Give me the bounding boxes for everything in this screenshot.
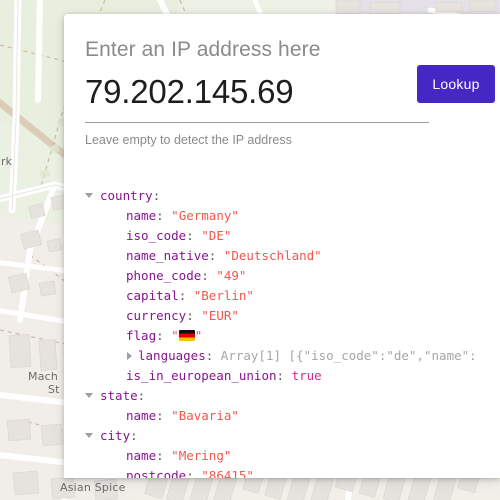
json-value: "EUR" [201, 308, 239, 323]
json-value: "Mering" [171, 448, 232, 463]
json-key: country [100, 188, 153, 203]
json-key: postcode [126, 468, 187, 478]
json-node-languages[interactable]: languages: Array[1] [{"iso_code":"de","n… [85, 346, 500, 366]
json-result-tree[interactable]: country: name: "Germany" iso_code: "DE" … [85, 186, 500, 478]
lookup-button[interactable]: Lookup [417, 65, 495, 103]
json-key: state [100, 388, 138, 403]
map-label-mach: Mach [28, 370, 59, 383]
json-row-iso-code: iso_code: "DE" [126, 228, 232, 243]
json-key: name [126, 448, 157, 463]
input-underline [85, 122, 429, 123]
json-value: true [291, 368, 322, 383]
json-key: is_in_european_union [126, 368, 277, 383]
screenshot-root: ark Mach St Asian Spice Enter an IP addr… [0, 0, 500, 500]
json-row-is-in-european-union: is_in_european_union: true [126, 368, 322, 383]
json-value: "86415" [201, 468, 254, 478]
chevron-down-icon[interactable] [85, 193, 93, 198]
json-row-name-native: name_native: "Deutschland" [126, 248, 322, 263]
json-key: iso_code [126, 228, 187, 243]
json-row-postcode: postcode: "86415" [85, 466, 500, 478]
json-row-capital: capital: "Berlin" [126, 288, 254, 303]
page-title: Enter an IP address here [85, 38, 321, 61]
json-row-state-name: name: "Bavaria" [126, 408, 239, 423]
json-value: "Germany" [171, 208, 239, 223]
json-node-country[interactable]: country: [85, 186, 500, 206]
chevron-right-icon[interactable] [127, 351, 132, 360]
ip-lookup-panel: Enter an IP address here 79.202.145.69 L… [64, 14, 500, 478]
json-value: "DE" [201, 228, 232, 243]
input-hint: Leave empty to detect the IP address [85, 133, 292, 147]
json-row-city-name: name: "Mering" [126, 448, 232, 463]
json-row-name: name: "Germany" [126, 208, 239, 223]
json-key: name_native [126, 248, 209, 263]
json-node-state[interactable]: state: [85, 386, 500, 406]
json-key: name [126, 408, 157, 423]
json-row-flag: flag: " " [126, 328, 203, 343]
json-key: city [100, 428, 131, 443]
json-key: languages [138, 348, 206, 363]
json-row-phone-code: phone_code: "49" [126, 268, 247, 283]
chevron-down-icon[interactable] [85, 433, 93, 438]
map-label-park: ark [0, 155, 13, 168]
json-key: capital [126, 288, 179, 303]
german-flag-icon [178, 330, 195, 341]
json-value: Array[1] [{"iso_code":"de","name": [220, 348, 477, 363]
json-key: currency [126, 308, 187, 323]
json-key: name [126, 208, 157, 223]
json-key: flag [126, 328, 157, 343]
chevron-down-icon[interactable] [85, 393, 93, 398]
json-row-currency: currency: "EUR" [126, 308, 239, 323]
json-key: phone_code [126, 268, 202, 283]
json-value: "Berlin" [193, 288, 254, 303]
json-value: "Bavaria" [171, 408, 239, 423]
json-value: "Deutschland" [223, 248, 322, 263]
json-value: "49" [216, 268, 247, 283]
map-label-asian-spice: Asian Spice [60, 481, 126, 494]
map-label-st: St [48, 383, 60, 396]
json-node-city[interactable]: city: [85, 426, 500, 446]
